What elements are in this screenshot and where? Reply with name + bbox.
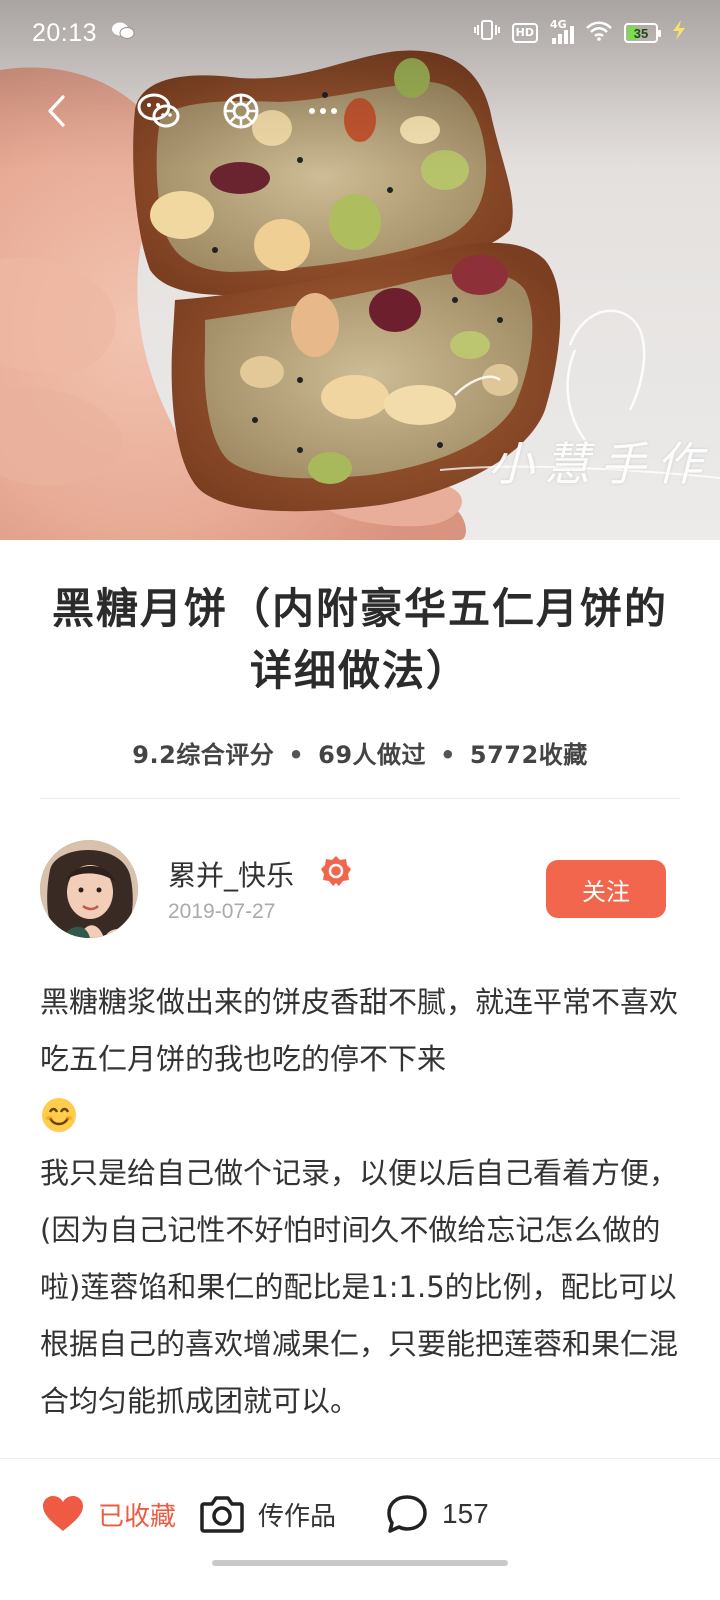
recipe-description: 黑糖糖浆做出来的饼皮香甜不腻，就连平常不喜欢吃五仁月饼的我也吃的停不下来 我只是… [40,974,680,1430]
back-button[interactable] [34,88,80,134]
hd-icon: HD [511,23,538,43]
author-avatar[interactable] [40,840,138,938]
vibrate-icon [473,19,500,47]
camera-icon [200,1496,244,1533]
publish-date: 2019-07-27 [168,900,276,923]
charging-icon [670,19,688,47]
recipe-cover-image[interactable]: 小慧手作 [0,0,720,540]
favorite-button[interactable]: 已收藏 [42,1489,176,1539]
made-count-stat[interactable]: 69人做过 [318,741,426,769]
description-paragraph: 我只是给自己做个记录，以便以后自己看着方便，(因为自己记性不好怕时间久不做给忘记… [40,1156,679,1418]
upload-work-button[interactable]: 传作品 [200,1489,336,1539]
section-divider [40,798,680,799]
description-paragraph: 黑糖糖浆做出来的饼皮香甜不腻，就连平常不喜欢吃五仁月饼的我也吃的停不下来 [40,974,680,1145]
home-indicator[interactable] [212,1560,508,1566]
description-text-1: 黑糖糖浆做出来的饼皮香甜不腻，就连平常不喜欢吃五仁月饼的我也吃的停不下来 [40,985,679,1076]
favorite-label: 已收藏 [98,1501,177,1532]
saved-count-stat: 5772收藏 [469,741,588,769]
signal-icon: 4G [550,18,574,44]
wechat-icon [111,19,135,47]
back-icon [48,95,65,127]
separator-dot: • [440,741,456,769]
status-bar: 20:13 HD 4G 35 [0,0,720,66]
follow-button[interactable]: 关注 [546,860,666,918]
share-moments-button[interactable] [218,88,264,134]
comments-button[interactable]: 157 [386,1489,489,1539]
certified-badge-icon [320,855,352,887]
more-button[interactable] [300,88,346,134]
author-name[interactable]: 累并_快乐 [168,854,294,894]
separator-dot: • [288,741,305,769]
hero-watermark: 小慧手作 [488,437,712,491]
recipe-title: 黑糖月饼（内附豪华五仁月饼的详细做法） [51,584,668,695]
comment-count: 157 [442,1498,489,1529]
smile-emoji-icon [40,1096,78,1134]
status-time: 20:13 [32,18,98,47]
comment-icon [387,1495,427,1533]
bottom-action-bar: 已收藏 传作品 157 [0,1458,720,1600]
wifi-icon [586,19,612,47]
share-wechat-button[interactable] [136,88,182,134]
upload-label: 传作品 [258,1501,337,1532]
moments-share-icon [223,93,259,129]
rating-stat: 9.2综合评分 [132,741,275,769]
recipe-stats: 9.2综合评分 • 69人做过 • 5772收藏 [40,735,680,770]
battery-icon: 35 [624,23,661,43]
more-icon [309,108,337,114]
heart-icon [43,1496,83,1531]
wechat-share-icon [137,93,180,128]
